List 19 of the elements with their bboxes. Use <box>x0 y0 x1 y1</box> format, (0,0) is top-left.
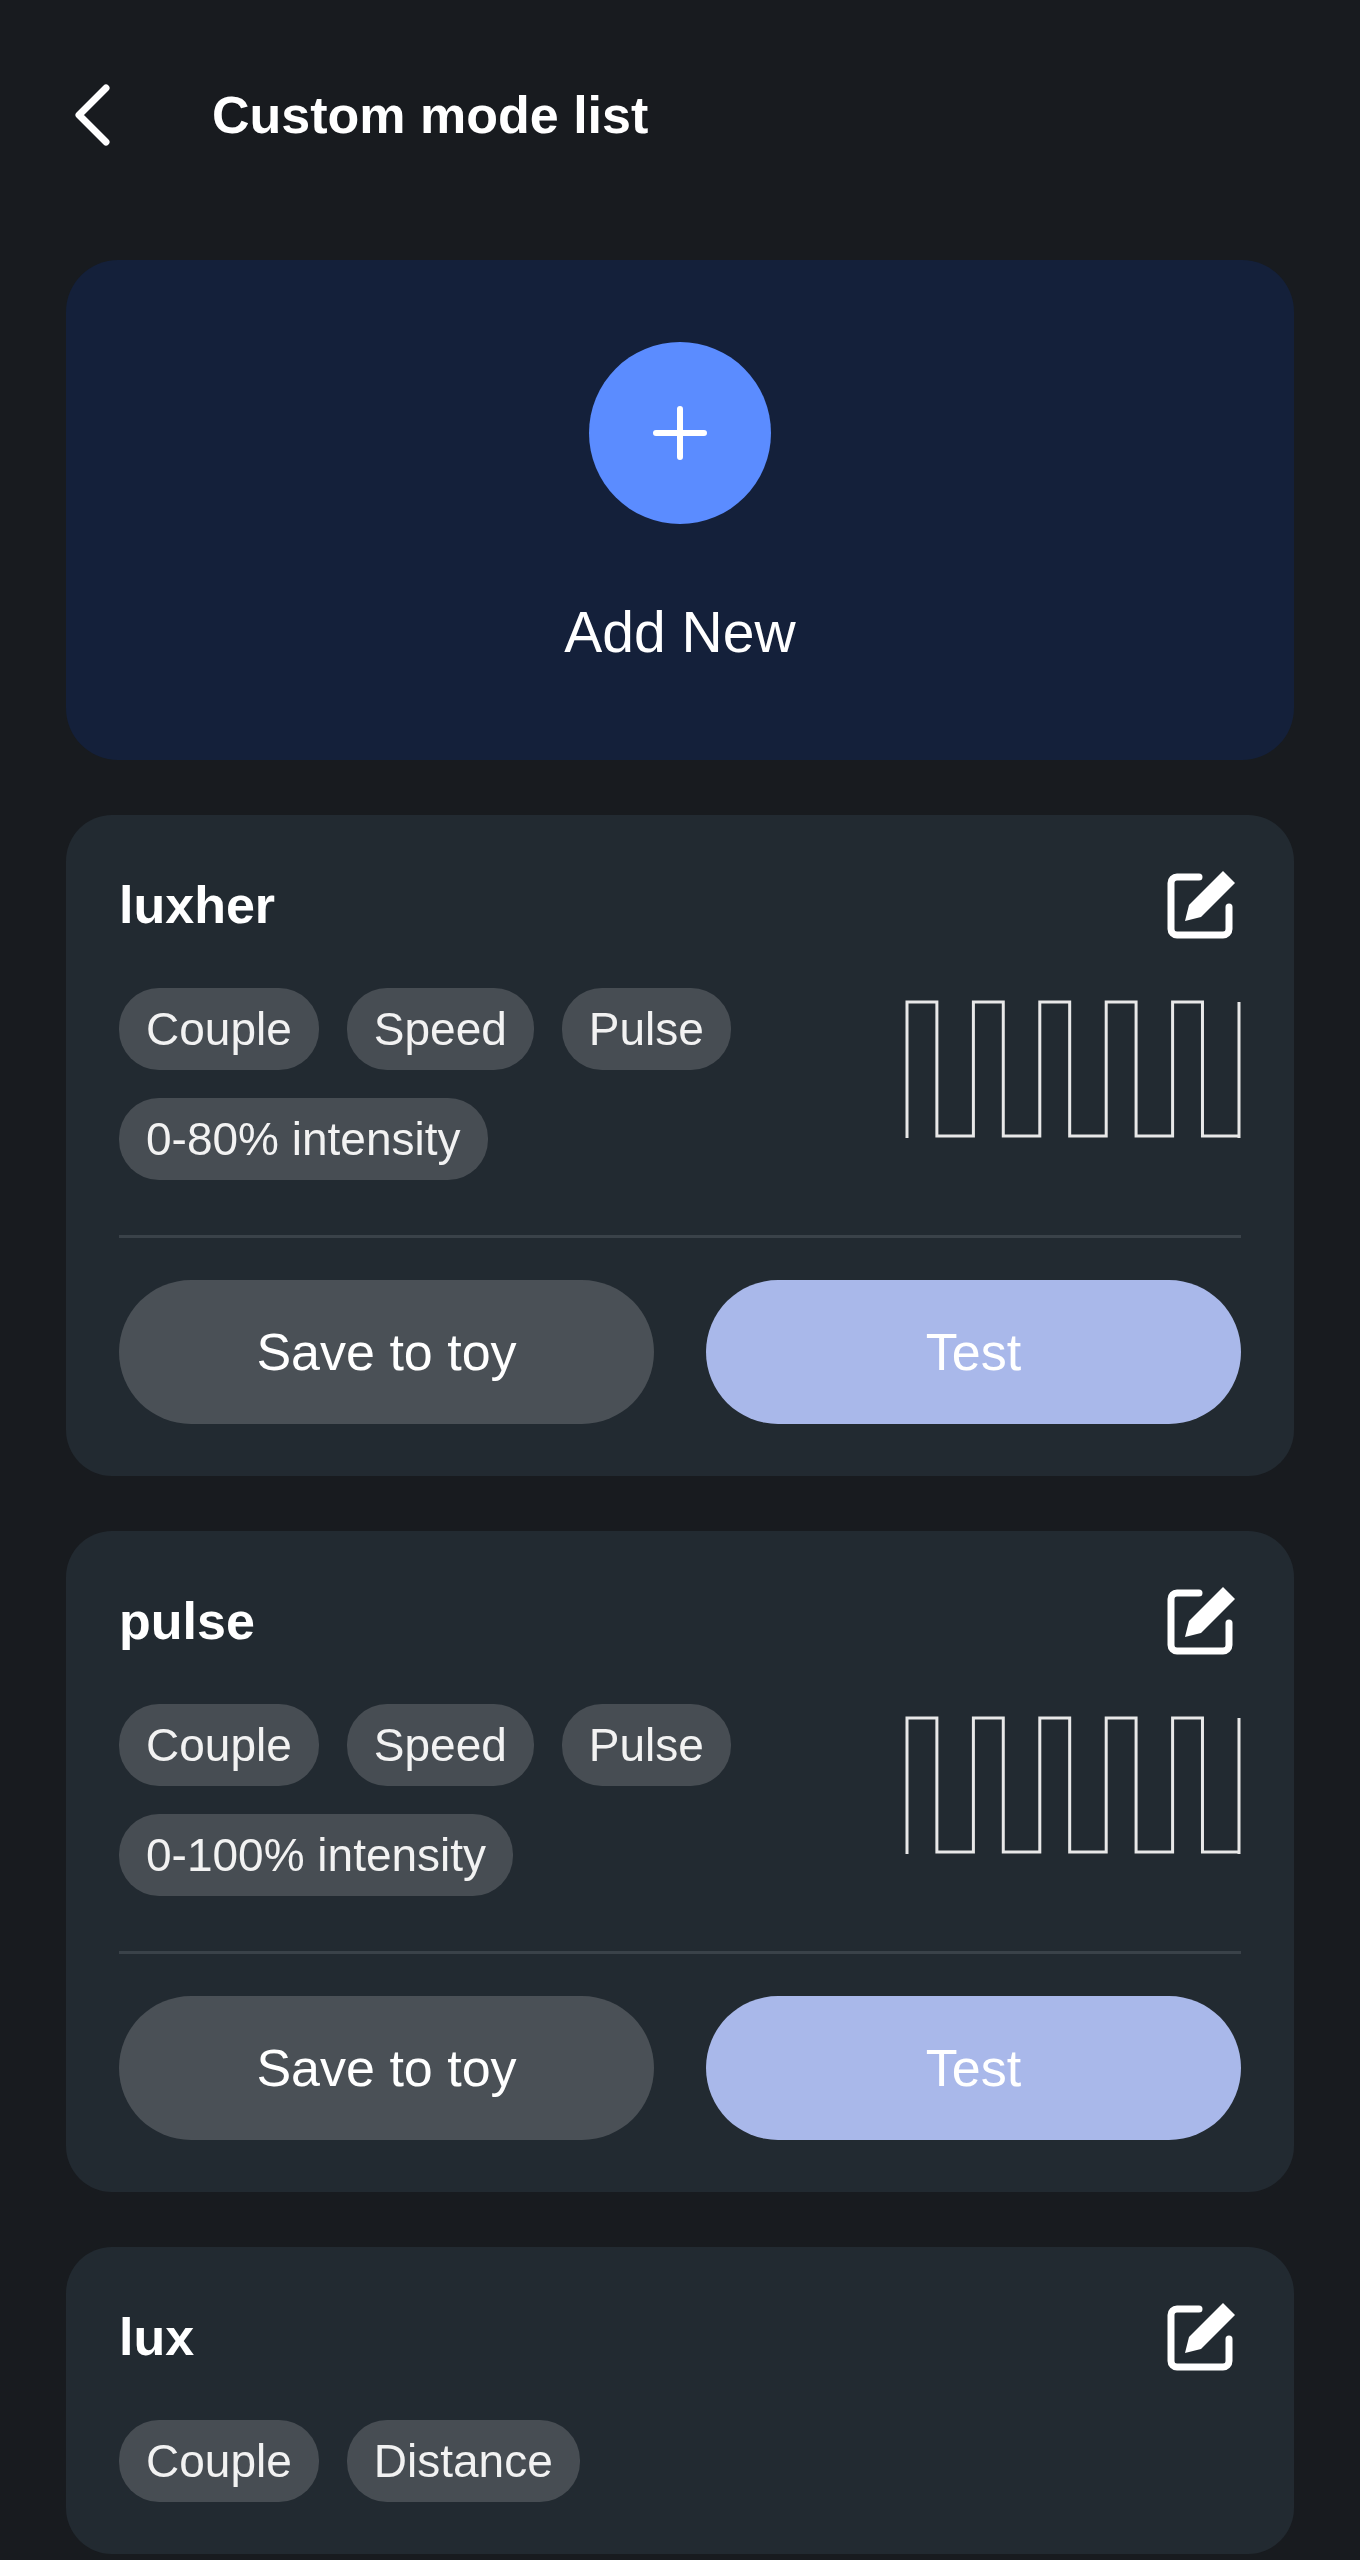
mode-tag: Distance <box>346 2420 580 2502</box>
mode-tag: Speed <box>346 1704 534 1786</box>
mode-tag: Couple <box>119 988 319 1070</box>
mode-tag: Couple <box>119 2420 319 2502</box>
mode-tag: 0-80% intensity <box>119 1098 488 1180</box>
add-new-card[interactable]: Add New <box>66 260 1294 760</box>
add-new-label: Add New <box>564 599 796 665</box>
mode-tag: 0-100% intensity <box>119 1814 514 1896</box>
back-icon <box>72 84 112 146</box>
mode-tag: Couple <box>119 1704 319 1786</box>
mode-name: lux <box>119 2307 195 2367</box>
save-to-toy-button[interactable]: Save to toy <box>119 1280 654 1424</box>
screen-title: Custom mode list <box>212 85 649 145</box>
mode-tag: Speed <box>346 988 534 1070</box>
mode-tag: Pulse <box>561 988 731 1070</box>
mode-tag: Pulse <box>561 1704 731 1786</box>
mode-name: pulse <box>119 1591 255 1651</box>
save-to-toy-button[interactable]: Save to toy <box>119 1996 654 2140</box>
mode-name: luxher <box>119 875 276 935</box>
